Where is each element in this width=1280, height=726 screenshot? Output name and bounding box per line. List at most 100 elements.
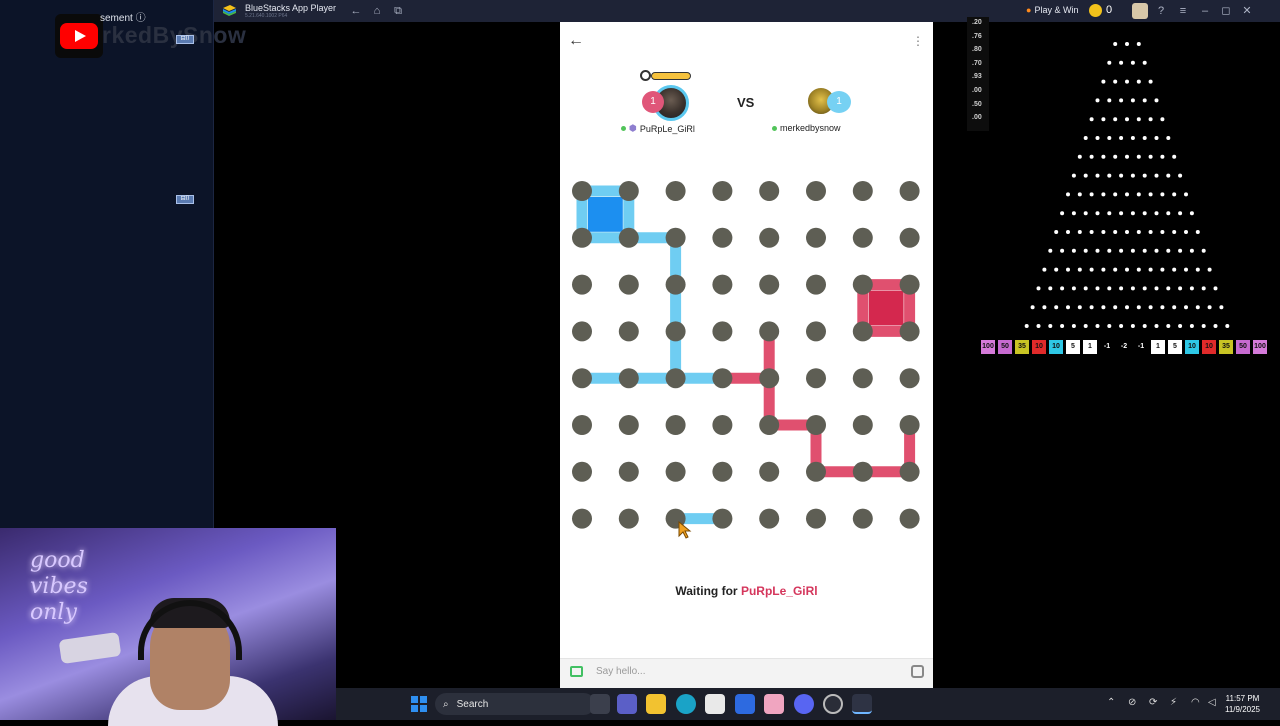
grid-dot[interactable] (759, 181, 780, 201)
close-icon[interactable]: ✕ (1239, 0, 1255, 22)
grid-dot[interactable] (712, 461, 733, 482)
grid-dot[interactable] (899, 508, 920, 529)
back-arrow-icon[interactable]: ← (568, 33, 584, 49)
grid-dot[interactable] (806, 321, 826, 342)
plinko-peg (1195, 267, 1200, 272)
grid-dot[interactable] (852, 461, 873, 482)
grid-dot[interactable] (572, 461, 592, 482)
sync-icon[interactable]: ⟳ (1149, 697, 1157, 708)
minimize-icon[interactable]: – (1197, 0, 1213, 22)
more-options-icon[interactable]: ⋮ (912, 35, 924, 49)
windows-start-icon[interactable] (411, 696, 427, 712)
grid-dot[interactable] (665, 368, 686, 389)
grid-dot[interactable] (712, 227, 733, 248)
menu-icon[interactable]: ≡ (1175, 0, 1191, 22)
grid-dot[interactable] (806, 227, 826, 248)
task-view-icon[interactable] (590, 694, 610, 714)
grid-dot[interactable] (806, 415, 826, 435)
grid-dot[interactable] (618, 508, 639, 529)
grid-dot[interactable] (806, 181, 826, 201)
dots-and-boxes-board[interactable] (560, 170, 933, 540)
grid-dot[interactable] (852, 274, 873, 295)
grid-dot[interactable] (852, 227, 873, 248)
grid-dot[interactable] (572, 181, 592, 201)
grid-dot[interactable] (806, 274, 826, 295)
grid-dot[interactable] (852, 368, 873, 389)
grid-dot[interactable] (759, 461, 780, 482)
grid-dot[interactable] (806, 508, 826, 529)
grid-dot[interactable] (618, 181, 639, 201)
recent-apps-icon[interactable]: ⧉ (390, 0, 406, 22)
grid-dot[interactable] (899, 227, 920, 248)
chat-input[interactable]: Say hello... (596, 666, 645, 677)
grid-dot[interactable] (572, 321, 592, 342)
profile-avatar[interactable] (1132, 3, 1148, 19)
grid-dot[interactable] (665, 274, 686, 295)
grid-dot[interactable] (899, 274, 920, 295)
grid-dot[interactable] (899, 181, 920, 201)
network-tool-icon[interactable]: ⚡ (1170, 697, 1177, 708)
grid-dot[interactable] (899, 461, 920, 482)
grid-dot[interactable] (572, 227, 592, 248)
maximize-icon[interactable]: ◻ (1218, 0, 1234, 22)
play-win-button[interactable]: ● Play & Win (1026, 5, 1078, 15)
grid-dot[interactable] (899, 368, 920, 389)
grid-dot[interactable] (618, 321, 639, 342)
grid-dot[interactable] (665, 415, 686, 435)
grid-dot[interactable] (806, 461, 826, 482)
grid-dot[interactable] (572, 368, 592, 389)
grid-dot[interactable] (618, 368, 639, 389)
grid-dot[interactable] (759, 274, 780, 295)
discord-icon[interactable] (794, 694, 814, 714)
grid-dot[interactable] (899, 415, 920, 435)
taskbar-search[interactable]: ⌕ Search (435, 693, 595, 715)
home-icon[interactable]: ⌂ (369, 0, 385, 22)
grid-dot[interactable] (618, 415, 639, 435)
sticker-icon[interactable] (911, 665, 924, 678)
volume-icon[interactable]: ◁ (1208, 697, 1216, 708)
grid-dot[interactable] (712, 368, 733, 389)
grid-dot[interactable] (759, 321, 780, 342)
grid-dot[interactable] (899, 321, 920, 342)
grid-dot[interactable] (665, 461, 686, 482)
grid-dot[interactable] (712, 321, 733, 342)
grid-dot[interactable] (759, 415, 780, 435)
grid-dot[interactable] (759, 508, 780, 529)
grid-dot[interactable] (572, 274, 592, 295)
grid-dot[interactable] (572, 508, 592, 529)
back-icon[interactable]: ← (348, 0, 364, 22)
clock[interactable]: 11:57 PM 11/9/2025 (1225, 693, 1260, 715)
teams-icon[interactable] (617, 694, 637, 714)
chevron-up-icon[interactable]: ⌃ (1107, 697, 1115, 708)
grid-dot[interactable] (852, 415, 873, 435)
bluestacks-taskbar-icon[interactable] (852, 694, 872, 714)
edge-icon[interactable] (676, 694, 696, 714)
grid-dot[interactable] (572, 415, 592, 435)
grid-dot[interactable] (712, 508, 733, 529)
grid-dot[interactable] (665, 321, 686, 342)
grid-dot[interactable] (618, 461, 639, 482)
wifi-icon[interactable]: ◠ (1191, 697, 1200, 708)
store-icon[interactable] (705, 694, 725, 714)
grid-dot[interactable] (665, 227, 686, 248)
grid-dot[interactable] (852, 508, 873, 529)
grid-dot[interactable] (618, 274, 639, 295)
grid-dot[interactable] (712, 415, 733, 435)
grid-dot[interactable] (852, 321, 873, 342)
file-explorer-icon[interactable] (646, 694, 666, 714)
grid-dot[interactable] (712, 274, 733, 295)
grid-dot[interactable] (665, 181, 686, 201)
mute-icon[interactable]: ⊘ (1128, 697, 1136, 708)
grid-dot[interactable] (806, 368, 826, 389)
window-title: BlueStacks App Player (245, 3, 337, 13)
copilot-icon[interactable] (735, 694, 755, 714)
obs-icon[interactable] (823, 694, 843, 714)
grid-dot[interactable] (618, 227, 639, 248)
grid-dot[interactable] (759, 368, 780, 389)
photos-icon[interactable] (764, 694, 784, 714)
grid-dot[interactable] (759, 227, 780, 248)
help-icon[interactable]: ? (1153, 0, 1169, 22)
grid-dot[interactable] (852, 181, 873, 201)
grid-dot[interactable] (712, 181, 733, 201)
plinko-peg (1107, 136, 1112, 140)
